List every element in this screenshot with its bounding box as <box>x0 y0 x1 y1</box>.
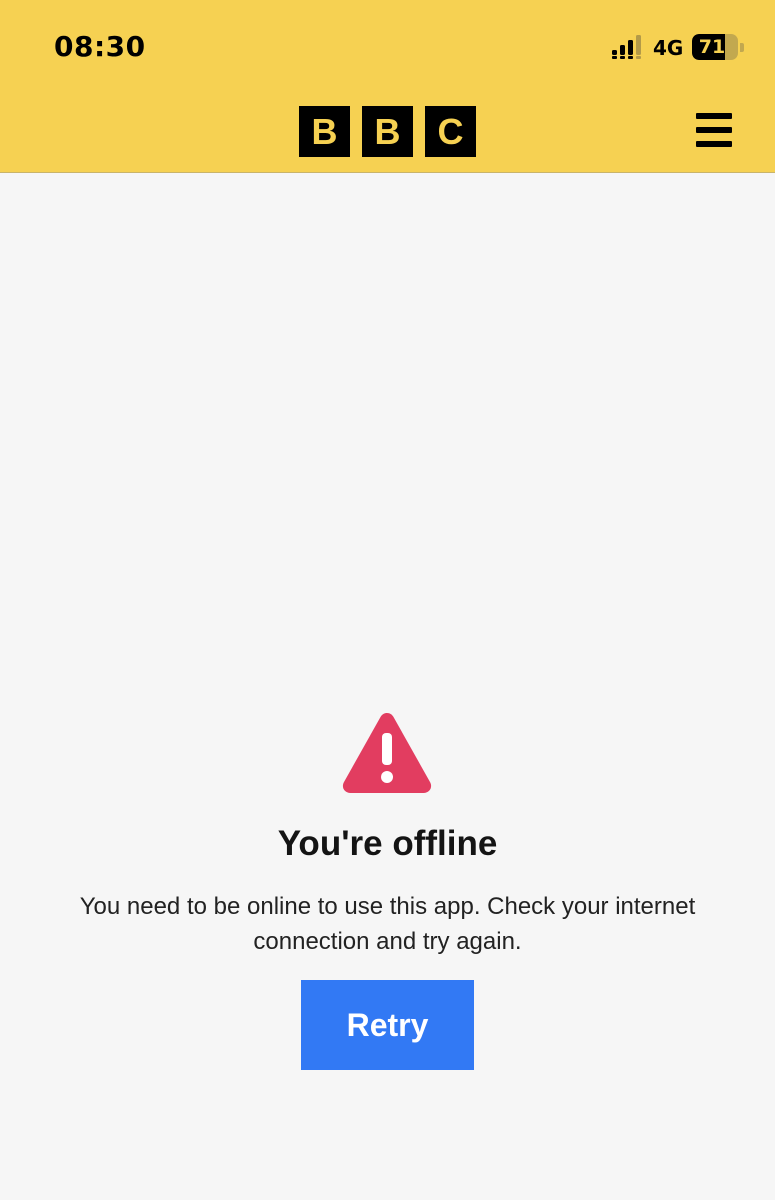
bbc-logo[interactable]: B B C <box>299 106 476 157</box>
logo-block-b1: B <box>299 106 350 157</box>
logo-block-c: C <box>425 106 476 157</box>
menu-bar-top <box>696 113 732 119</box>
bbc-app-screen: 08:30 4G 71 B B C You're offline You nee… <box>0 0 775 1200</box>
offline-title: You're offline <box>277 824 498 863</box>
logo-block-b2: B <box>362 106 413 157</box>
battery-percent: 71 <box>698 36 726 58</box>
status-bar: 08:30 4G 71 <box>0 0 775 92</box>
network-type: 4G <box>653 36 684 60</box>
menu-bar-bottom <box>696 141 732 147</box>
app-header: 08:30 4G 71 B B C <box>0 0 775 173</box>
menu-button[interactable] <box>690 108 738 152</box>
cellular-signal-icon <box>612 35 641 59</box>
battery-icon: 71 <box>692 34 744 60</box>
battery-tip <box>740 43 744 52</box>
menu-bar-middle <box>696 127 732 133</box>
warning-triangle-icon <box>342 713 432 793</box>
battery-body: 71 <box>692 34 738 60</box>
offline-message: You need to be online to use this app. C… <box>79 893 696 955</box>
status-time: 08:30 <box>54 30 146 63</box>
retry-button[interactable]: Retry <box>301 980 474 1070</box>
